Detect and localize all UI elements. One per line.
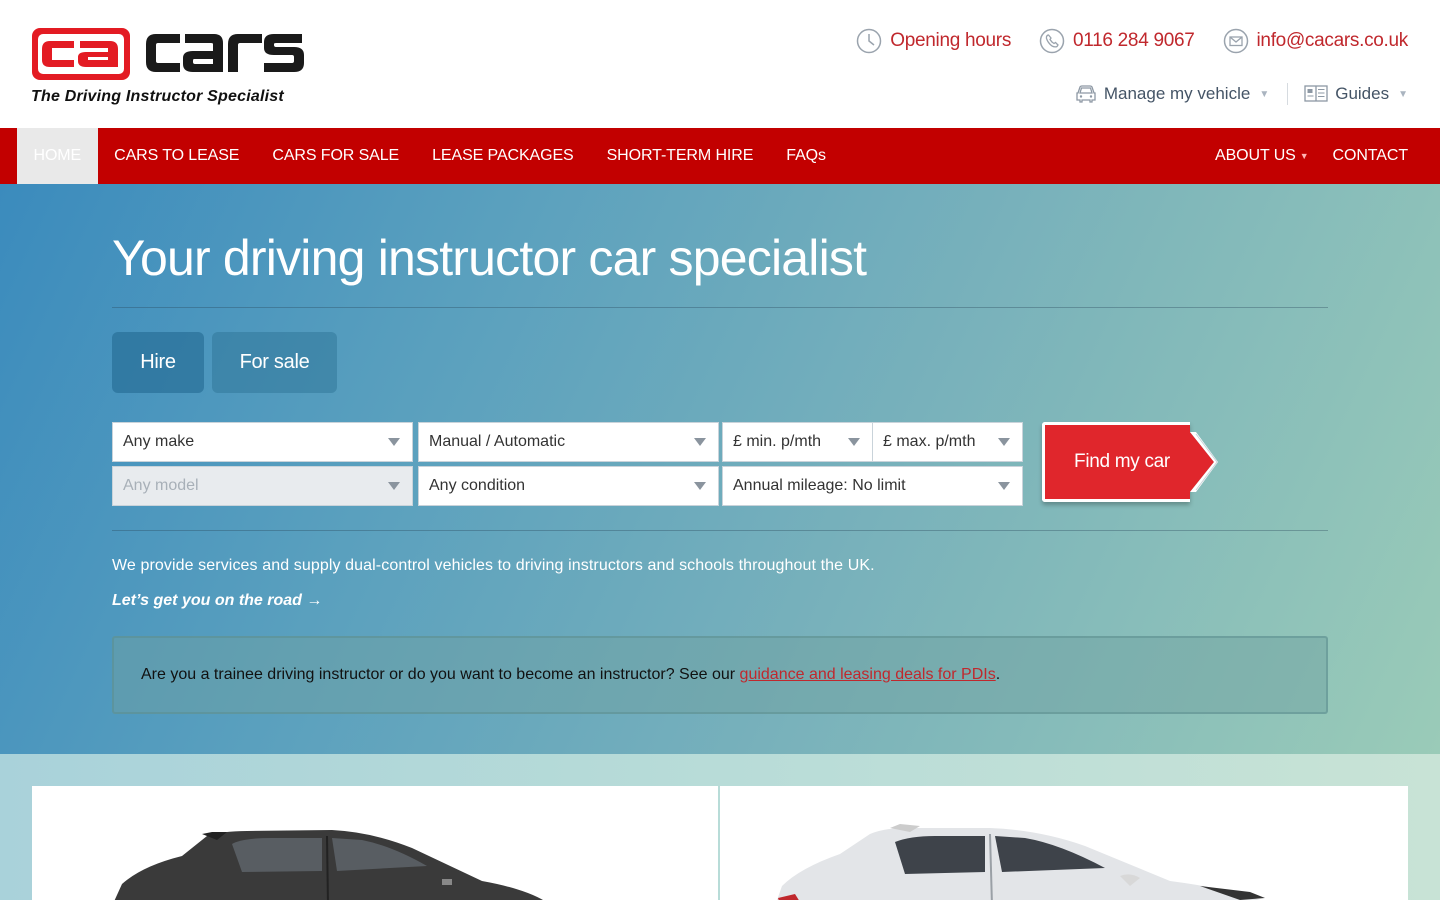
- dropdown-arrow-icon: [694, 482, 706, 490]
- chevron-down-icon: ▼: [1259, 88, 1270, 100]
- make-select-value: Any make: [123, 433, 195, 450]
- book-icon: [1304, 85, 1328, 102]
- guides-label: Guides: [1335, 84, 1390, 103]
- hero-title: Your driving instructor car specialist: [112, 230, 867, 286]
- manage-vehicle-menu[interactable]: Manage my vehicle ▼: [1075, 84, 1269, 104]
- model-select-value: Any model: [123, 477, 199, 494]
- about-us-label: ABOUT US: [1215, 147, 1296, 164]
- nav-item-contact[interactable]: CONTACT: [1333, 128, 1409, 184]
- find-my-car-button[interactable]: Find my car: [1042, 422, 1218, 502]
- make-select[interactable]: Any make: [112, 422, 413, 462]
- phone-icon: [1039, 28, 1065, 54]
- nav-item-faqs[interactable]: FAQs: [770, 128, 843, 184]
- dropdown-arrow-icon: [998, 438, 1010, 446]
- opening-hours-label: Opening hours: [890, 30, 1012, 51]
- nav-item-lease-packages[interactable]: LEASE PACKAGES: [416, 128, 590, 184]
- pdi-info-text: Are you a trainee driving instructor or …: [141, 666, 740, 683]
- hero-intro-text: We provide services and supply dual-cont…: [112, 557, 875, 574]
- vehicle-card[interactable]: [720, 786, 1408, 900]
- opening-hours-link[interactable]: Opening hours: [856, 28, 1011, 54]
- max-price-select[interactable]: £ max. p/mth: [872, 422, 1023, 462]
- nav-item-short-term-hire[interactable]: SHORT-TERM HIRE: [590, 128, 770, 184]
- site-header: The Driving Instructor Specialist Openin…: [0, 0, 1440, 128]
- get-on-road-link[interactable]: Let’s get you on the road →: [112, 592, 322, 610]
- transmission-select[interactable]: Manual / Automatic: [418, 422, 719, 462]
- guides-menu[interactable]: Guides ▼: [1304, 84, 1408, 104]
- pdi-guidance-link[interactable]: guidance and leasing deals for PDIs: [740, 666, 996, 684]
- nav-primary: HOME CARS TO LEASE CARS FOR SALE LEASE P…: [17, 128, 842, 184]
- car-icon: [1076, 85, 1096, 103]
- dropdown-arrow-icon: [388, 482, 400, 490]
- min-price-select-value: £ min. p/mth: [733, 433, 822, 450]
- car-image: [114, 830, 543, 900]
- max-price-select-value: £ max. p/mth: [883, 433, 976, 450]
- model-select[interactable]: Any model: [112, 466, 413, 506]
- nav-item-about-us[interactable]: ABOUT US ▼: [1215, 128, 1309, 184]
- mileage-select-value: Annual mileage: No limit: [733, 477, 906, 494]
- tab-for-sale[interactable]: For sale: [212, 332, 337, 393]
- pdi-info-box: Are you a trainee driving instructor or …: [112, 636, 1328, 714]
- transmission-select-value: Manual / Automatic: [429, 433, 566, 450]
- min-price-select[interactable]: £ min. p/mth: [722, 422, 873, 462]
- nav-item-cars-to-lease[interactable]: CARS TO LEASE: [98, 128, 256, 184]
- chevron-down-icon: ▼: [1398, 88, 1408, 100]
- dropdown-arrow-icon: [388, 438, 400, 446]
- main-nav: HOME CARS TO LEASE CARS FOR SALE LEASE P…: [0, 128, 1440, 184]
- tab-hire[interactable]: Hire: [112, 332, 204, 393]
- manage-vehicle-label: Manage my vehicle: [1103, 84, 1251, 103]
- dropdown-arrow-icon: [848, 438, 860, 446]
- nav-item-home[interactable]: HOME: [17, 128, 98, 184]
- phone-number: 0116 284 9067: [1073, 30, 1195, 51]
- divider: [1287, 83, 1289, 105]
- car-image: [777, 824, 1265, 900]
- nav-secondary: ABOUT US ▼ CONTACT: [1215, 128, 1408, 184]
- find-my-car-label: Find my car: [1074, 451, 1170, 472]
- dropdown-arrow-icon: [998, 482, 1010, 490]
- divider: [112, 530, 1328, 531]
- vehicle-card[interactable]: [32, 786, 718, 900]
- hero-section: Your driving instructor car specialist H…: [0, 184, 1440, 754]
- phone-link[interactable]: 0116 284 9067: [1039, 28, 1195, 54]
- top-contacts: Opening hours 0116 284 9067 info@cacars.…: [856, 26, 1408, 56]
- pdi-info-suffix: .: [995, 666, 1001, 683]
- email-link[interactable]: info@cacars.co.uk: [1223, 28, 1408, 54]
- divider: [112, 307, 1328, 308]
- secondary-links: Manage my vehicle ▼ Guides ▼: [1075, 80, 1408, 108]
- chevron-down-icon: ▼: [1299, 151, 1309, 161]
- mileage-select[interactable]: Annual mileage: No limit: [722, 466, 1023, 506]
- logo-tagline: The Driving Instructor Specialist: [31, 88, 284, 105]
- email-address: info@cacars.co.uk: [1256, 30, 1409, 51]
- condition-select[interactable]: Any condition: [418, 466, 719, 506]
- mail-icon: [1223, 28, 1248, 54]
- clock-icon: [857, 28, 882, 54]
- search-tabs: Hire For sale: [112, 332, 337, 393]
- nav-item-cars-for-sale[interactable]: CARS FOR SALE: [256, 128, 416, 184]
- featured-vehicles: [0, 754, 1440, 900]
- dropdown-arrow-icon: [694, 438, 706, 446]
- condition-select-value: Any condition: [429, 477, 526, 494]
